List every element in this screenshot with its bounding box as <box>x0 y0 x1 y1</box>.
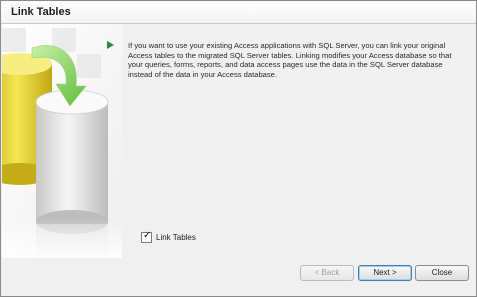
window-title: Link Tables <box>11 6 71 18</box>
link-tables-checkbox[interactable]: ✓ <box>141 229 152 243</box>
wizard-art-panel <box>2 24 122 258</box>
link-tables-option[interactable]: ✓ Link Tables <box>141 229 196 243</box>
link-tables-dialog: Link Tables If you want to use your exis… <box>0 0 477 297</box>
checkmark-icon: ✓ <box>143 229 152 241</box>
title-bar: Link Tables <box>1 1 476 24</box>
link-tables-label: Link Tables <box>156 232 196 242</box>
back-button[interactable]: < Back <box>300 265 354 281</box>
step-description: If you want to use your existing Access … <box>128 41 452 79</box>
database-migration-art <box>2 24 122 258</box>
next-button[interactable]: Next > <box>358 265 412 281</box>
play-icon <box>107 41 114 49</box>
close-button[interactable]: Close <box>415 265 469 281</box>
